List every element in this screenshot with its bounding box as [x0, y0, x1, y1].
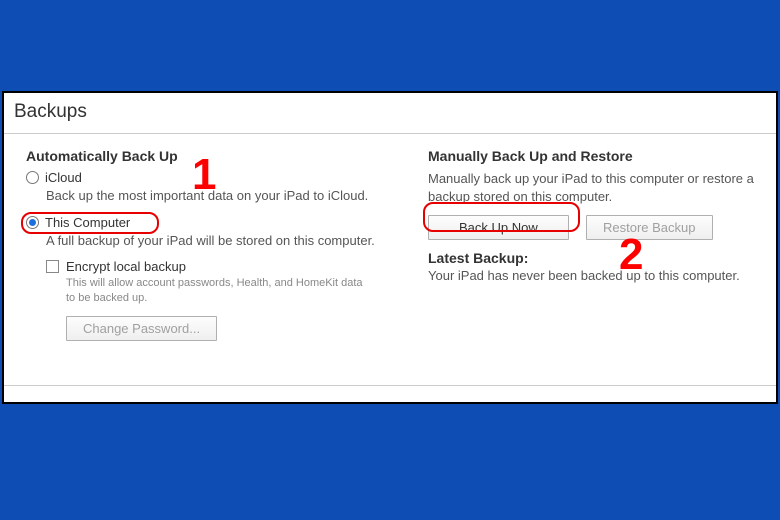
back-up-now-button[interactable]: Back Up Now	[428, 215, 569, 240]
encrypt-checkbox[interactable]: Encrypt local backup	[46, 259, 414, 274]
radio-icloud[interactable]: iCloud	[26, 170, 414, 185]
auto-heading: Automatically Back Up	[26, 148, 414, 164]
this-computer-desc: A full backup of your iPad will be store…	[46, 232, 414, 250]
checkbox-icon	[46, 260, 59, 273]
latest-backup-heading: Latest Backup:	[428, 250, 762, 266]
content-area: Automatically Back Up iCloud Back up the…	[4, 133, 776, 386]
section-title: Backups	[4, 93, 776, 133]
radio-selected-icon	[26, 216, 39, 229]
icloud-desc: Back up the most important data on your …	[46, 187, 414, 205]
manual-backup-column: Manually Back Up and Restore Manually ba…	[424, 148, 762, 371]
radio-icon	[26, 171, 39, 184]
radio-this-computer-label: This Computer	[45, 215, 130, 230]
backups-panel: Backups Automatically Back Up iCloud Bac…	[2, 91, 778, 404]
latest-backup-text: Your iPad has never been backed up to th…	[428, 268, 762, 283]
auto-backup-column: Automatically Back Up iCloud Back up the…	[26, 148, 424, 371]
manual-heading: Manually Back Up and Restore	[428, 148, 762, 164]
restore-backup-button[interactable]: Restore Backup	[586, 215, 713, 240]
manual-desc: Manually back up your iPad to this compu…	[428, 170, 762, 205]
encrypt-desc: This will allow account passwords, Healt…	[66, 276, 374, 306]
radio-icloud-label: iCloud	[45, 170, 82, 185]
encrypt-label: Encrypt local backup	[66, 259, 186, 274]
change-password-button[interactable]: Change Password...	[66, 316, 217, 341]
radio-this-computer[interactable]: This Computer	[26, 215, 414, 230]
